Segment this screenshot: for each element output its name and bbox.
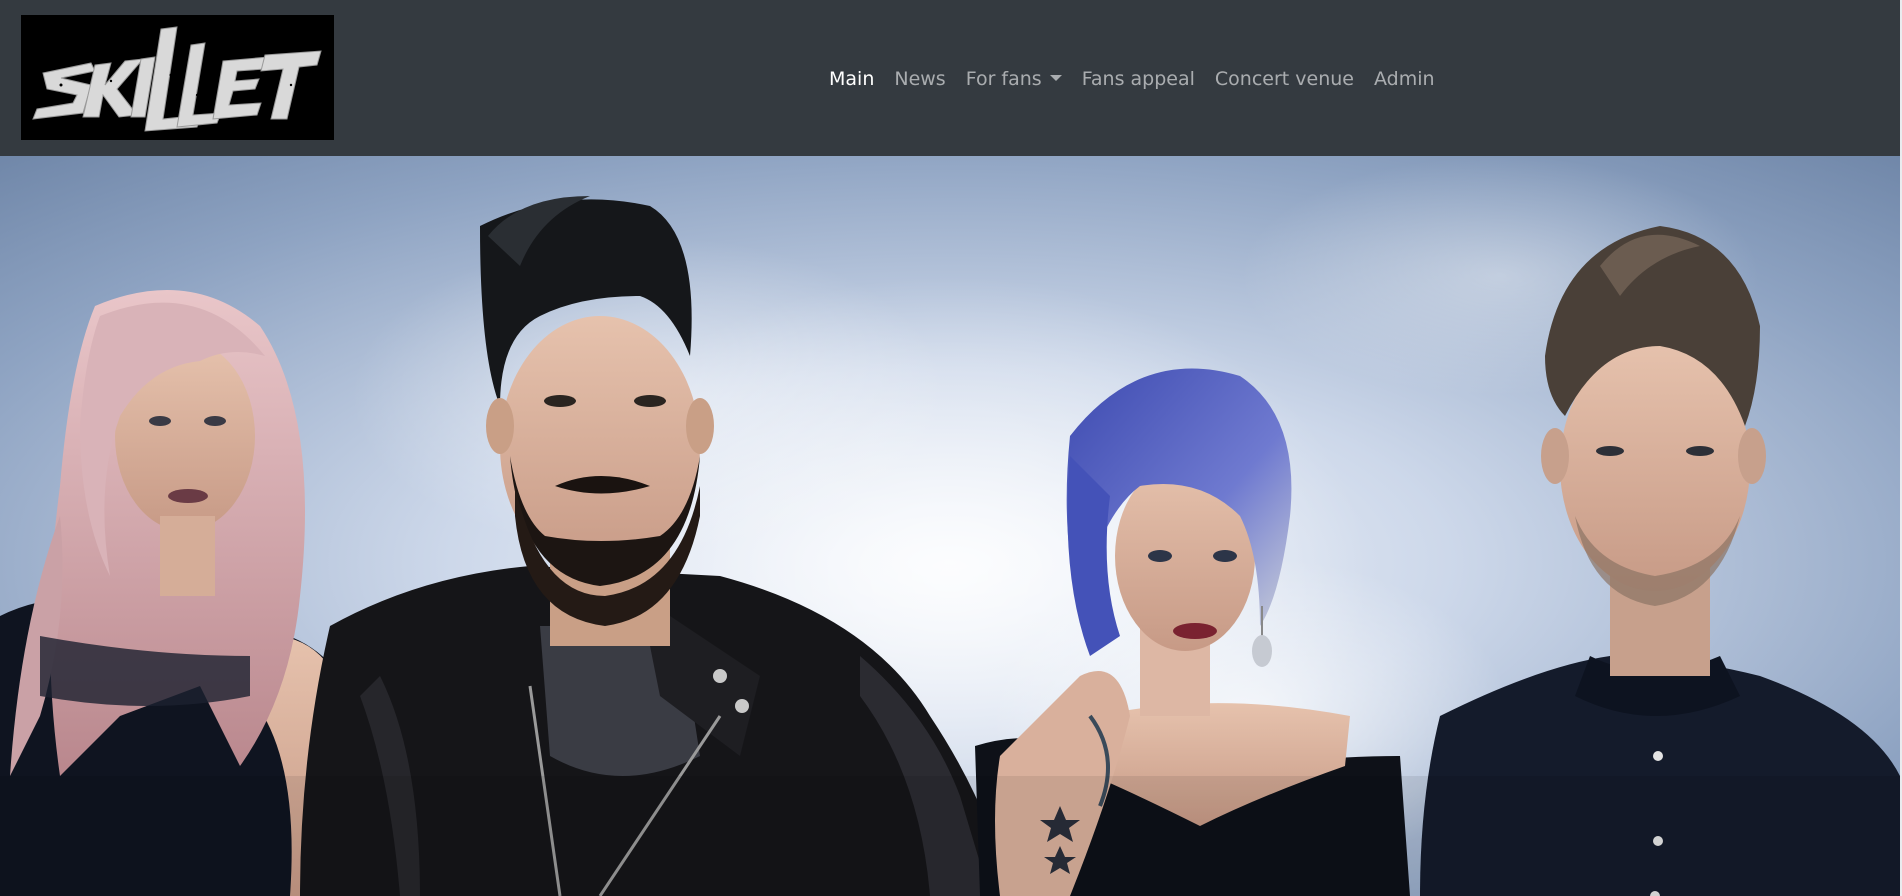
hero-image [0,156,1902,896]
nav-item-label: News [894,68,946,90]
nav-item-label: Fans appeal [1081,68,1195,90]
nav-item-label: Admin [1373,68,1435,90]
brand-logo[interactable] [21,15,334,140]
page: Main News For fans Fans appeal Concert v… [0,0,1902,896]
navbar: Main News For fans Fans appeal Concert v… [0,0,1902,156]
nav-item-admin[interactable]: Admin [1364,62,1445,96]
nav-item-for-fans-dropdown[interactable]: For fans [956,62,1072,96]
nav-item-concert-venue[interactable]: Concert venue [1205,62,1364,96]
band-photo-icon [0,156,1900,896]
nav-item-main[interactable]: Main [829,62,884,96]
nav-item-news[interactable]: News [884,62,955,96]
main-nav: Main News For fans Fans appeal Concert v… [829,62,1445,96]
nav-item-fans-appeal[interactable]: Fans appeal [1072,62,1205,96]
caret-down-icon [1049,75,1062,81]
skillet-logo-icon [21,15,334,140]
nav-item-label: Concert venue [1214,68,1354,90]
nav-item-label: For fans [965,68,1042,90]
nav-item-label: Main [829,68,875,90]
